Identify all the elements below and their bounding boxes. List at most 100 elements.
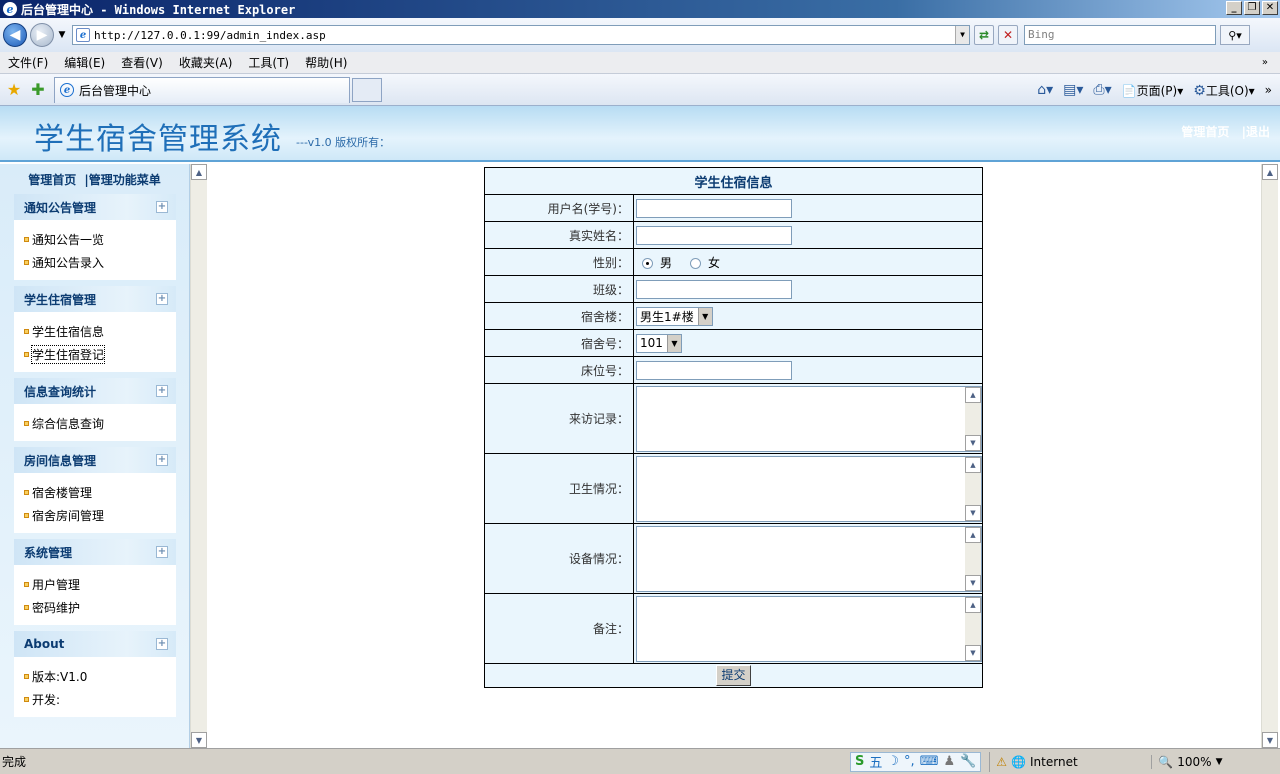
username-field[interactable]: [636, 198, 792, 218]
sidebar-item[interactable]: 综合信息查询: [24, 412, 176, 435]
scroll-down-icon[interactable]: ▼: [965, 504, 981, 521]
sidebar-item[interactable]: 密码维护: [24, 596, 176, 619]
gender-female-radio[interactable]: [690, 257, 702, 269]
address-field[interactable]: e http://127.0.0.1:99/admin_index.asp ▼: [72, 25, 970, 45]
bed-field[interactable]: [636, 360, 792, 380]
back-button[interactable]: ◀: [3, 23, 27, 47]
sidebar-item[interactable]: 通知公告一览: [24, 228, 176, 251]
tools-menu[interactable]: ⚙工具(O)▾: [1193, 82, 1254, 99]
sidebar-group-header[interactable]: 系统管理 +: [14, 539, 176, 565]
menu-view[interactable]: 查看(V): [113, 54, 171, 71]
expand-icon[interactable]: +: [156, 201, 168, 213]
scroll-down-icon[interactable]: ▼: [965, 644, 981, 661]
minimize-button[interactable]: _: [1226, 1, 1242, 15]
sidebar-item[interactable]: 宿舍楼管理: [24, 481, 176, 504]
logout-link[interactable]: |退出: [1242, 125, 1270, 139]
menu-edit[interactable]: 编辑(E): [56, 54, 113, 71]
feeds-icon[interactable]: ▤▾: [1063, 82, 1083, 98]
textarea-scrollbar[interactable]: ▲ ▼: [965, 456, 981, 521]
hygiene-textarea[interactable]: ▲ ▼: [636, 455, 982, 522]
textarea-scrollbar[interactable]: ▲ ▼: [965, 596, 981, 661]
sidebar-item[interactable]: 宿舍房间管理: [24, 504, 176, 527]
scroll-down-icon[interactable]: ▼: [1262, 732, 1278, 748]
search-icon[interactable]: ⚲▾: [1220, 25, 1250, 45]
expand-icon[interactable]: +: [156, 546, 168, 558]
remark-textarea[interactable]: ▲ ▼: [636, 595, 982, 662]
menu-file[interactable]: 文件(F): [0, 54, 56, 71]
add-favorite-icon[interactable]: ✚: [28, 80, 48, 99]
scroll-up-icon[interactable]: ▲: [1262, 164, 1278, 180]
expand-icon[interactable]: +: [156, 385, 168, 397]
sidebar-item[interactable]: 用户管理: [24, 573, 176, 596]
menu-favorites[interactable]: 收藏夹(A): [171, 54, 241, 71]
scroll-up-icon[interactable]: ▲: [965, 456, 981, 473]
textarea-scrollbar[interactable]: ▲ ▼: [965, 386, 981, 451]
class-field[interactable]: [636, 279, 792, 299]
textarea-scrollbar[interactable]: ▲ ▼: [965, 526, 981, 591]
scroll-up-icon[interactable]: ▲: [965, 386, 981, 403]
ime-moon-icon[interactable]: ☽: [887, 754, 899, 769]
ime-user-icon[interactable]: ♟: [943, 754, 955, 769]
restore-button[interactable]: ❐: [1244, 1, 1260, 15]
favorites-star-icon[interactable]: ★: [4, 80, 24, 99]
sidebar-menu-title: |管理功能菜单: [84, 172, 161, 187]
sidebar-group-header[interactable]: 房间信息管理 +: [14, 447, 176, 473]
tab-admin[interactable]: e 后台管理中心: [54, 76, 350, 103]
gender-male-radio[interactable]: [642, 257, 653, 269]
menu-tools[interactable]: 工具(T): [240, 54, 297, 71]
expand-icon[interactable]: +: [156, 638, 168, 650]
visit-textarea[interactable]: ▲ ▼: [636, 385, 982, 452]
sidebar-home-link[interactable]: 管理首页: [28, 171, 76, 188]
ime-keyboard-icon[interactable]: ⌨: [920, 754, 939, 769]
sidebar-group-header[interactable]: 信息查询统计 +: [14, 378, 176, 404]
sidebar-group-header[interactable]: 学生住宿管理 +: [14, 286, 176, 312]
security-zone[interactable]: ⚠ 🌐 Internet: [989, 751, 1139, 772]
search-input[interactable]: Bing: [1024, 25, 1216, 45]
main-frame-scrollbar[interactable]: ▲ ▼: [1261, 164, 1278, 748]
sidebar-group-header[interactable]: About +: [14, 631, 176, 657]
realname-field[interactable]: [636, 225, 792, 245]
new-tab-button[interactable]: [352, 77, 382, 102]
scroll-down-icon[interactable]: ▼: [965, 434, 981, 451]
close-window-button[interactable]: ✕: [1262, 1, 1278, 15]
scroll-up-icon[interactable]: ▲: [191, 164, 207, 180]
menu-help[interactable]: 帮助(H): [297, 54, 355, 71]
sidebar-item[interactable]: 学生住宿登记: [24, 343, 176, 366]
scroll-up-icon[interactable]: ▲: [965, 526, 981, 543]
history-dropdown-icon[interactable]: ▼: [56, 30, 68, 40]
ime-wrench-icon[interactable]: 🔧: [960, 754, 976, 769]
expand-icon[interactable]: +: [156, 454, 168, 466]
scroll-up-icon[interactable]: ▲: [965, 596, 981, 613]
cmdbar-chevron-icon[interactable]: »: [1265, 83, 1272, 97]
menu-chevron-icon[interactable]: »: [1254, 57, 1276, 68]
sidebar-item[interactable]: 通知公告录入: [24, 251, 176, 274]
left-frame-scrollbar[interactable]: ▲ ▼: [190, 164, 207, 748]
expand-icon[interactable]: +: [156, 293, 168, 305]
sidebar-item[interactable]: 版本:V1.0: [24, 665, 176, 688]
submit-button[interactable]: 提交: [716, 665, 751, 686]
sidebar-item[interactable]: 学生住宿信息: [24, 320, 176, 343]
stop-button[interactable]: ✕: [998, 25, 1018, 45]
refresh-button[interactable]: ⇄: [974, 25, 994, 45]
equipment-textarea[interactable]: ▲ ▼: [636, 525, 982, 592]
ime-logo-icon[interactable]: S: [855, 754, 864, 769]
chevron-down-icon[interactable]: ▼: [666, 334, 681, 352]
building-select[interactable]: 男生1#楼 ▼: [636, 306, 713, 326]
zoom-control[interactable]: 🔍 100% ▼: [1151, 754, 1223, 769]
room-select[interactable]: 101 ▼: [636, 333, 682, 353]
forward-button[interactable]: ▶: [30, 23, 54, 47]
chevron-down-icon[interactable]: ▼: [697, 307, 712, 325]
home-icon[interactable]: ⌂▾: [1037, 82, 1053, 98]
ime-wubi-icon[interactable]: 五: [869, 752, 882, 771]
sidebar-item[interactable]: 开发:: [24, 688, 176, 711]
scroll-down-icon[interactable]: ▼: [191, 732, 207, 748]
url-text[interactable]: http://127.0.0.1:99/admin_index.asp: [94, 29, 955, 42]
address-dropdown-icon[interactable]: ▼: [955, 26, 969, 44]
zoom-dropdown-icon[interactable]: ▼: [1216, 757, 1223, 767]
print-icon[interactable]: ⎙▾: [1093, 82, 1111, 98]
scroll-down-icon[interactable]: ▼: [965, 574, 981, 591]
page-menu[interactable]: 📄页面(P)▾: [1122, 82, 1184, 99]
sidebar-group-header[interactable]: 通知公告管理 +: [14, 194, 176, 220]
ime-punct-icon[interactable]: °,: [904, 754, 915, 769]
header-home-link[interactable]: 管理首页: [1181, 125, 1229, 139]
